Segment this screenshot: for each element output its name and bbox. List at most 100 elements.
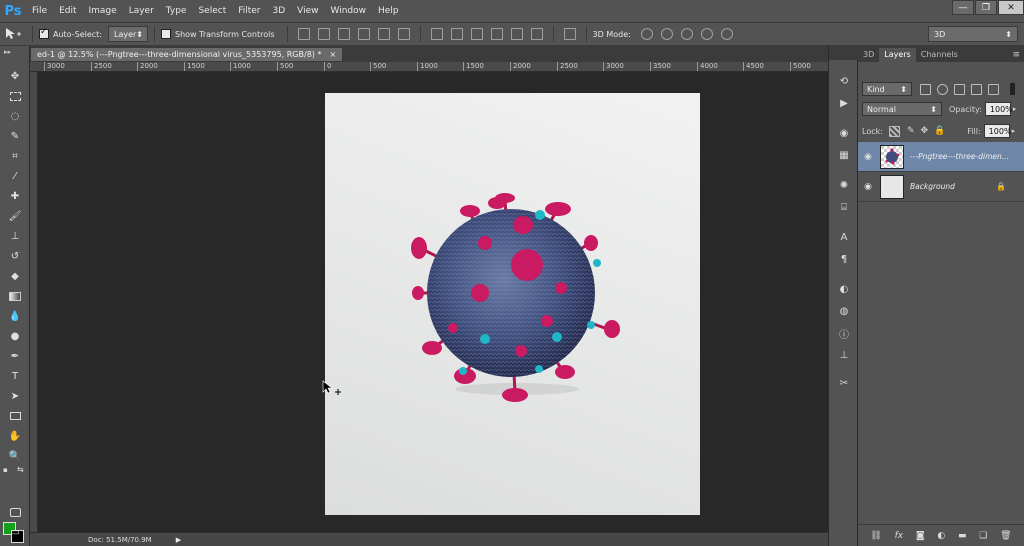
auto-select-checkbox[interactable] <box>39 27 49 39</box>
brush-settings-icon[interactable]: ⌸ <box>836 200 852 214</box>
auto-select-dropdown[interactable]: Layer ⬍ <box>107 26 148 42</box>
distribute-vcenter-icon[interactable] <box>450 28 463 40</box>
layer-style-icon[interactable]: fx <box>895 531 904 541</box>
filter-kind-dropdown[interactable]: Kind ⬍ <box>862 82 912 96</box>
align-hcenter-icon[interactable] <box>377 28 390 40</box>
restore-button[interactable]: ❐ <box>975 0 997 15</box>
layer-name[interactable]: ---Pngtree---three-dimen... <box>910 152 1009 161</box>
info-icon[interactable]: ⓘ <box>836 326 852 341</box>
default-colors-icon[interactable]: ▪ <box>3 466 8 474</box>
visibility-eye-icon[interactable]: ◉ <box>858 182 878 192</box>
swap-colors-icon[interactable]: ⇆ <box>17 465 24 474</box>
styles-icon[interactable]: ◍ <box>836 304 852 318</box>
healing-brush-tool-icon[interactable]: ✚ <box>6 188 24 204</box>
distribute-hcenter-icon[interactable] <box>510 28 523 40</box>
3d-roll-icon[interactable] <box>660 28 673 40</box>
fill-field[interactable]: 100% <box>983 124 1012 138</box>
new-adjustment-icon[interactable]: ◐ <box>937 531 945 541</box>
show-transform-checkbox[interactable] <box>160 29 171 39</box>
menu-view[interactable]: View <box>291 0 324 22</box>
align-vcenter-icon[interactable] <box>317 28 330 40</box>
move-tool-icon[interactable]: ✥ <box>6 68 24 84</box>
filter-shape-icon[interactable] <box>971 83 982 95</box>
menu-edit[interactable]: Edit <box>53 0 82 22</box>
layer-name[interactable]: Background <box>910 182 955 191</box>
filter-type-icon[interactable] <box>954 83 965 95</box>
eraser-tool-icon[interactable]: ◆ <box>6 268 24 284</box>
lock-transparent-icon[interactable] <box>888 125 900 137</box>
align-right-icon[interactable] <box>397 28 410 40</box>
status-menu-arrow[interactable]: ▶ <box>176 536 181 544</box>
visibility-eye-icon[interactable]: ◉ <box>858 152 878 162</box>
lock-position-icon[interactable]: ✥ <box>920 126 928 136</box>
menu-layer[interactable]: Layer <box>123 0 160 22</box>
history-icon[interactable]: ⟲ <box>836 74 852 88</box>
clone-source-icon[interactable]: ⊥ <box>836 348 852 362</box>
lock-image-icon[interactable]: ✎ <box>907 126 915 136</box>
pen-tool-icon[interactable]: ✒ <box>6 348 24 364</box>
blur-tool-icon[interactable]: 💧 <box>6 308 24 324</box>
fill-arrow-icon[interactable]: ▸ <box>1012 127 1016 135</box>
actions-icon[interactable]: ▶ <box>836 96 852 110</box>
screen-mode-icon[interactable]: ▭ <box>6 524 24 540</box>
lasso-tool-icon[interactable]: ◌ <box>6 108 24 124</box>
gradient-tool-icon[interactable] <box>6 288 24 304</box>
blend-mode-dropdown[interactable]: Normal ⬍ <box>862 102 942 116</box>
lock-all-icon[interactable]: 🔒 <box>934 126 945 136</box>
menu-3d[interactable]: 3D <box>267 0 292 22</box>
align-left-icon[interactable] <box>357 28 370 40</box>
filter-toggle[interactable] <box>1010 83 1015 95</box>
brush-tool-icon[interactable]: 🖌 <box>6 208 24 224</box>
filter-adjustment-icon[interactable] <box>937 83 948 95</box>
quick-select-tool-icon[interactable]: ✎ <box>6 128 24 144</box>
hand-tool-icon[interactable]: ✋ <box>6 428 24 444</box>
paragraph-icon[interactable]: ¶ <box>836 252 852 266</box>
minimize-button[interactable]: — <box>952 0 974 15</box>
3d-scale-icon[interactable] <box>720 28 733 40</box>
close-button[interactable]: ✕ <box>998 0 1024 15</box>
tab-close-icon[interactable]: × <box>329 50 336 59</box>
tab-3d[interactable]: 3D <box>858 48 879 62</box>
swatches-icon[interactable]: ▦ <box>836 148 852 162</box>
tab-channels[interactable]: Channels <box>916 48 963 62</box>
layer-row[interactable]: ◉ Background 🔒 <box>858 172 1024 202</box>
move-tool-preset-icon[interactable] <box>0 27 26 41</box>
opacity-arrow-icon[interactable]: ▸ <box>1013 105 1017 113</box>
align-bottom-icon[interactable] <box>337 28 350 40</box>
distribute-bottom-icon[interactable] <box>470 28 483 40</box>
path-select-tool-icon[interactable]: ➤ <box>6 388 24 404</box>
menu-filter[interactable]: Filter <box>232 0 266 22</box>
history-brush-tool-icon[interactable]: ↺ <box>6 248 24 264</box>
menu-window[interactable]: Window <box>325 0 373 22</box>
panel-menu-icon[interactable]: ≡ <box>1012 48 1020 62</box>
document-canvas[interactable] <box>325 93 700 515</box>
brush-presets-icon[interactable]: ✺ <box>836 178 852 192</box>
distribute-right-icon[interactable] <box>530 28 543 40</box>
document-tab[interactable]: ed-1 @ 12.5% (---Pngtree---three-dimensi… <box>30 47 344 62</box>
clone-stamp-tool-icon[interactable]: ⊥ <box>6 228 24 244</box>
link-layers-icon[interactable]: ⛓ <box>870 531 881 541</box>
menu-file[interactable]: File <box>26 0 53 22</box>
toolbar-collapse-icon[interactable]: ▸▸ <box>4 48 11 56</box>
character-icon[interactable]: A <box>836 230 852 244</box>
zoom-tool-icon[interactable]: 🔍 <box>6 448 24 464</box>
filter-smart-object-icon[interactable] <box>988 83 999 95</box>
type-tool-icon[interactable]: T <box>6 368 24 384</box>
rectangle-tool-icon[interactable] <box>6 408 24 424</box>
align-top-icon[interactable] <box>297 28 310 40</box>
auto-align-icon[interactable] <box>563 28 576 40</box>
3d-drag-icon[interactable] <box>680 28 693 40</box>
menu-help[interactable]: Help <box>372 0 405 22</box>
opacity-field[interactable]: 100% <box>984 102 1013 116</box>
eyedropper-tool-icon[interactable]: ⁄ <box>6 168 24 184</box>
workspace-dropdown[interactable]: 3D ⬍ <box>928 26 1018 42</box>
distribute-top-icon[interactable] <box>430 28 443 40</box>
dodge-tool-icon[interactable]: ● <box>6 328 24 344</box>
crop-tool-icon[interactable]: ⌗ <box>6 148 24 164</box>
tab-layers[interactable]: Layers <box>879 48 916 62</box>
menu-type[interactable]: Type <box>160 0 193 22</box>
quick-mask-icon[interactable] <box>6 504 24 520</box>
3d-rotate-icon[interactable] <box>640 28 653 40</box>
menu-image[interactable]: Image <box>83 0 123 22</box>
tool-presets-icon[interactable]: ✂ <box>836 376 852 390</box>
